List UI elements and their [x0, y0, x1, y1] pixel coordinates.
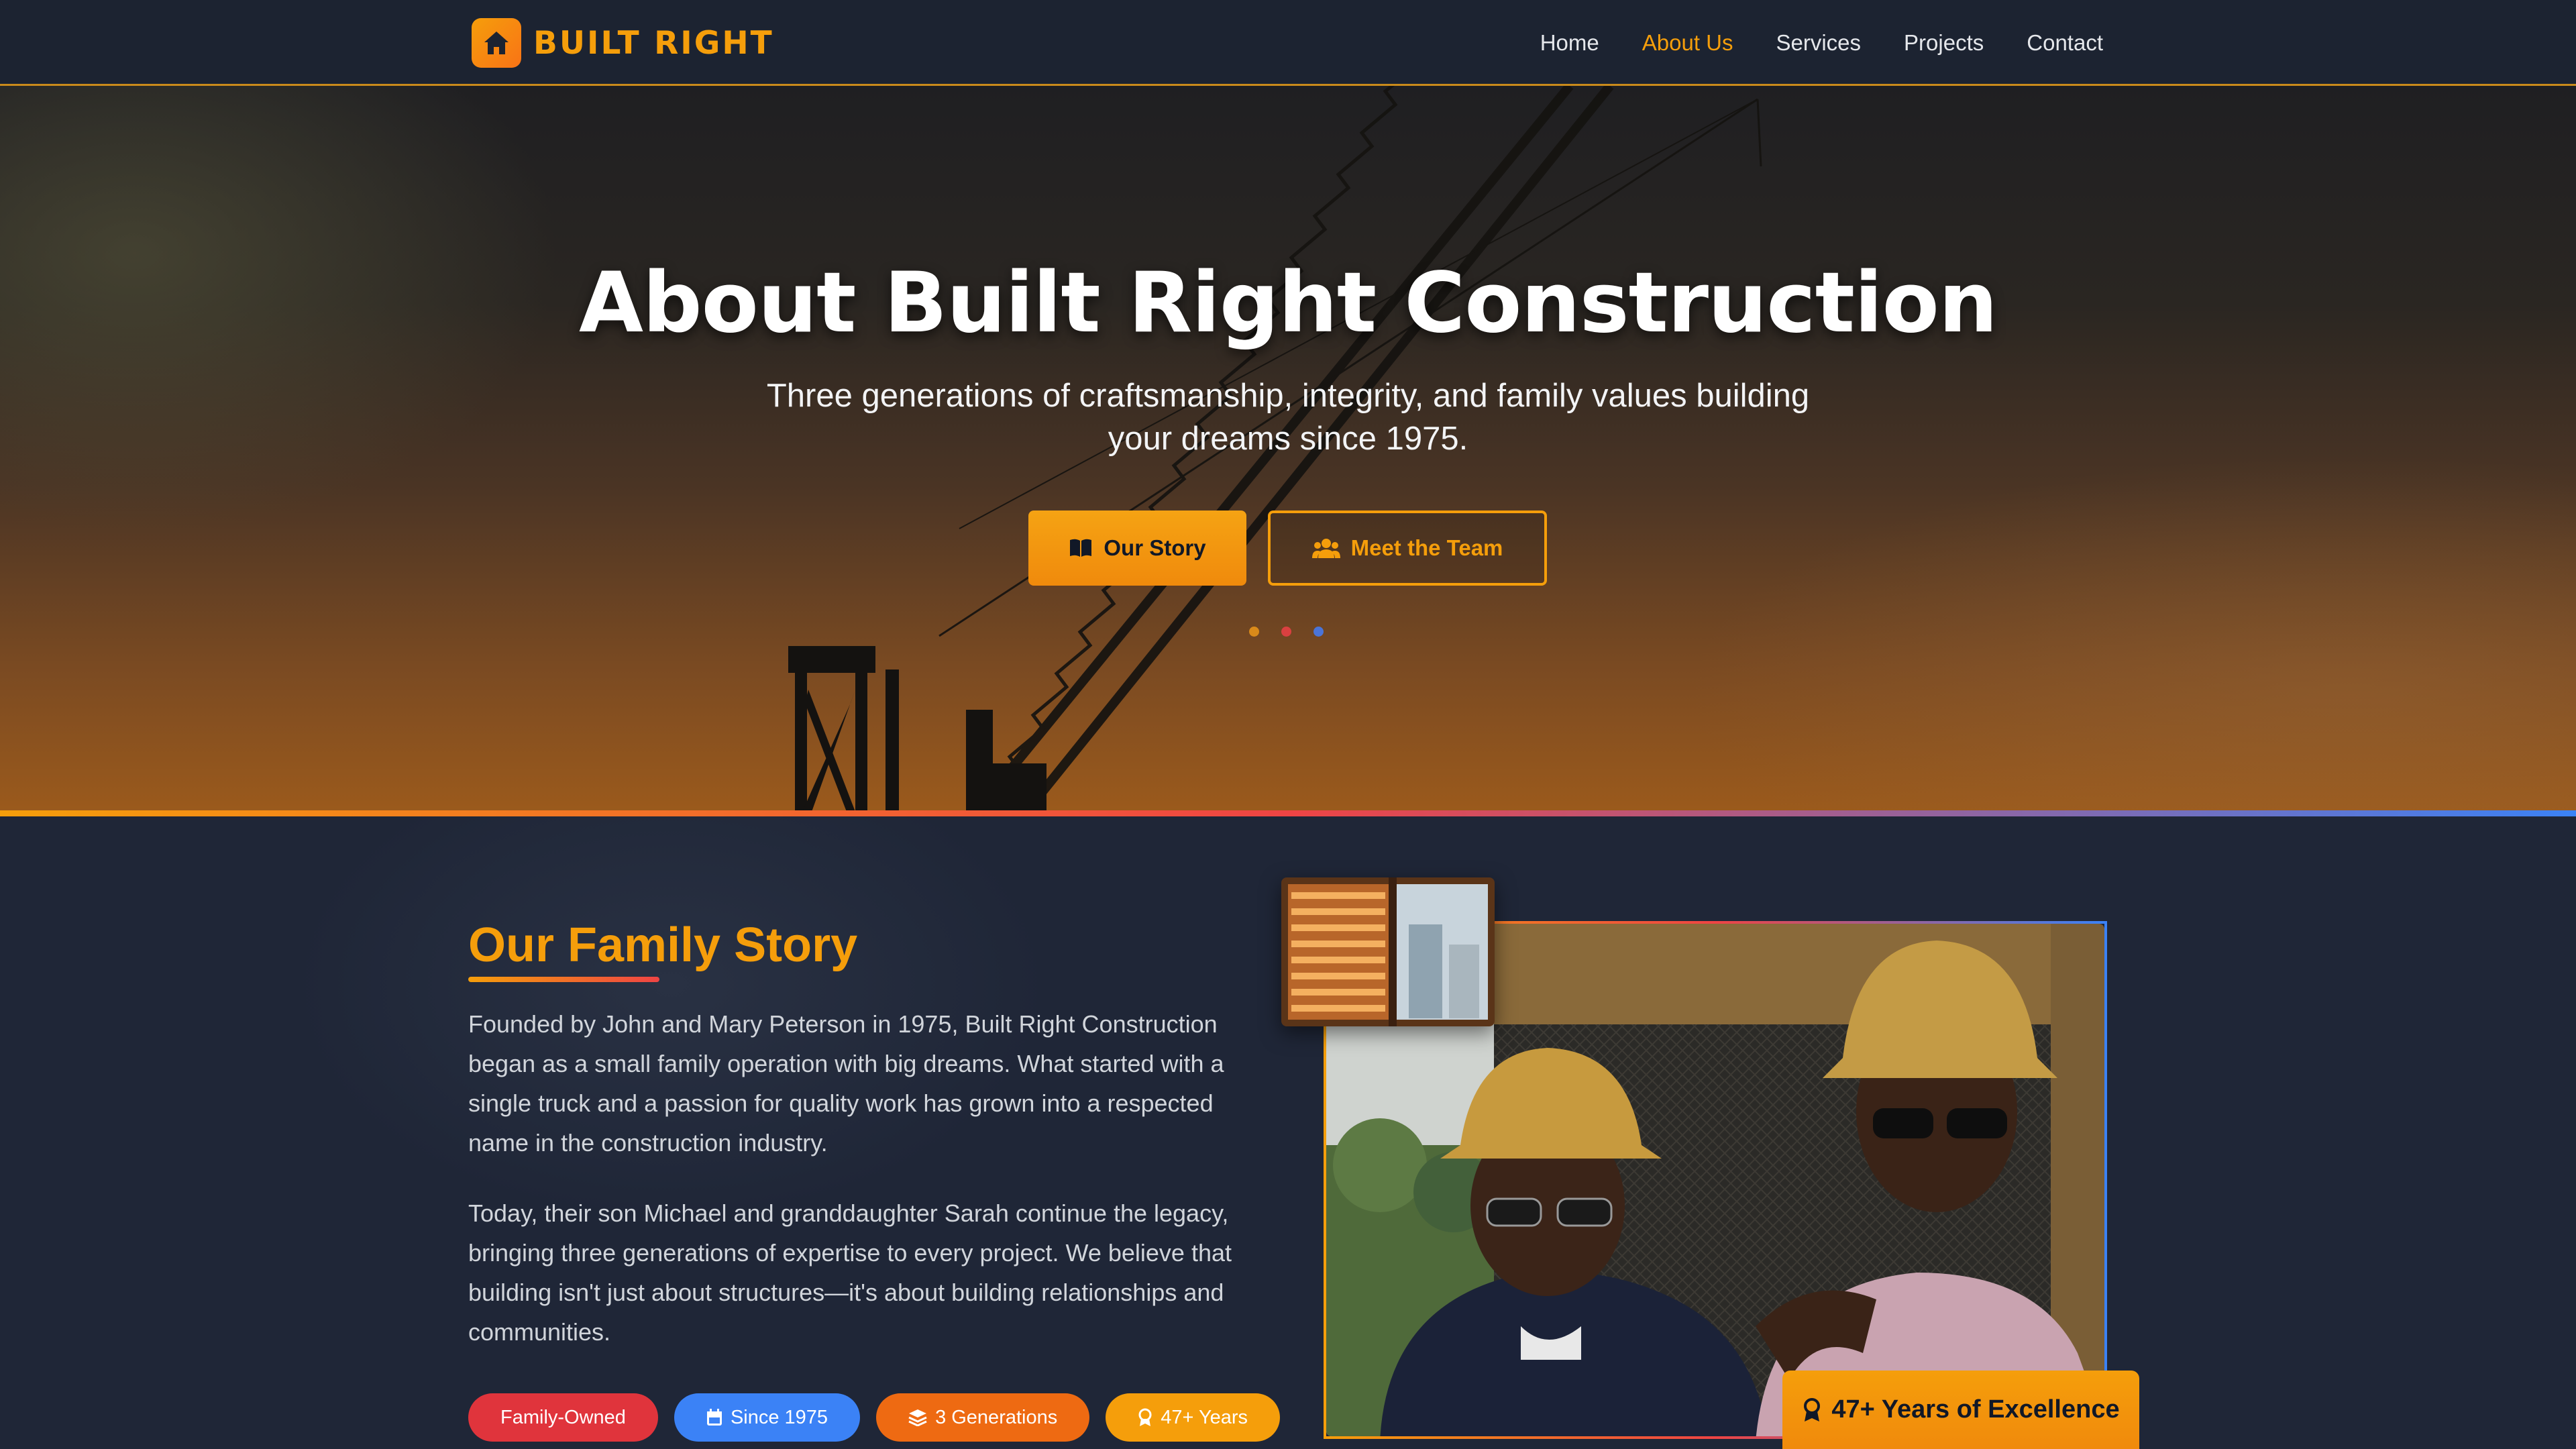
- brand-name: BUILT RIGHT: [533, 24, 774, 62]
- hero-title: About Built Right Construction: [578, 255, 1998, 352]
- hero-carousel-dots: [1249, 627, 1346, 637]
- award-icon: [1802, 1397, 1822, 1423]
- hero-divider-bar: [0, 810, 2576, 816]
- window-interior-photo: [1281, 877, 1495, 1026]
- badge-3-generations: 3 Generations: [876, 1393, 1090, 1442]
- meet-the-team-button[interactable]: Meet the Team: [1268, 511, 1547, 586]
- years-of-excellence-banner: 47+ Years of Excellence: [1782, 1371, 2139, 1449]
- badge-label: 3 Generations: [935, 1406, 1058, 1428]
- hero-subtitle: Three generations of craftsmanship, inte…: [766, 378, 1810, 457]
- story-badges: Family-Owned Since 1975 3 Generations 47…: [468, 1393, 1296, 1442]
- layers-icon: [908, 1409, 927, 1426]
- meet-the-team-button-label: Meet the Team: [1350, 535, 1503, 560]
- story-paragraph-1: Founded by John and Mary Peterson in 197…: [468, 1010, 1224, 1157]
- badge-since-1975: Since 1975: [674, 1393, 861, 1442]
- badge-family-owned: Family-Owned: [468, 1393, 658, 1442]
- nav-links: Home About Us Services Projects Contact: [1497, 0, 2103, 86]
- carousel-dot[interactable]: [1281, 627, 1291, 637]
- hero-section: About Built Right Construction Three gen…: [0, 86, 2576, 812]
- our-story-button[interactable]: Our Story: [1028, 511, 1246, 586]
- our-story-button-label: Our Story: [1104, 535, 1206, 560]
- top-nav: BUILT RIGHT Home About Us Services Proje…: [0, 0, 2576, 86]
- nav-link-home[interactable]: Home: [1540, 30, 1599, 56]
- carousel-dot[interactable]: [1313, 627, 1324, 637]
- carousel-dot[interactable]: [1249, 627, 1259, 637]
- home-icon: [472, 18, 521, 68]
- nav-link-contact[interactable]: Contact: [2027, 30, 2103, 56]
- story-title: Our Family Story: [468, 918, 858, 972]
- story-paragraph-2: Today, their son Michael and granddaught…: [468, 1199, 1232, 1346]
- users-icon: [1311, 537, 1340, 559]
- nav-link-projects[interactable]: Projects: [1904, 30, 1984, 56]
- badge-label: 47+ Years: [1161, 1406, 1248, 1428]
- nav-link-services[interactable]: Services: [1776, 30, 1862, 56]
- nav-link-about-us[interactable]: About Us: [1642, 30, 1733, 56]
- story-title-underline: [468, 977, 659, 982]
- years-of-excellence-label: 47+ Years of Excellence: [1831, 1395, 2120, 1424]
- badge-label: Family-Owned: [500, 1406, 626, 1428]
- brand-logo-link[interactable]: BUILT RIGHT: [472, 18, 774, 68]
- award-icon: [1138, 1408, 1152, 1427]
- book-open-icon: [1069, 538, 1093, 558]
- badge-label: Since 1975: [730, 1406, 828, 1428]
- calendar-icon: [706, 1409, 722, 1426]
- badge-47-years: 47+ Years: [1106, 1393, 1281, 1442]
